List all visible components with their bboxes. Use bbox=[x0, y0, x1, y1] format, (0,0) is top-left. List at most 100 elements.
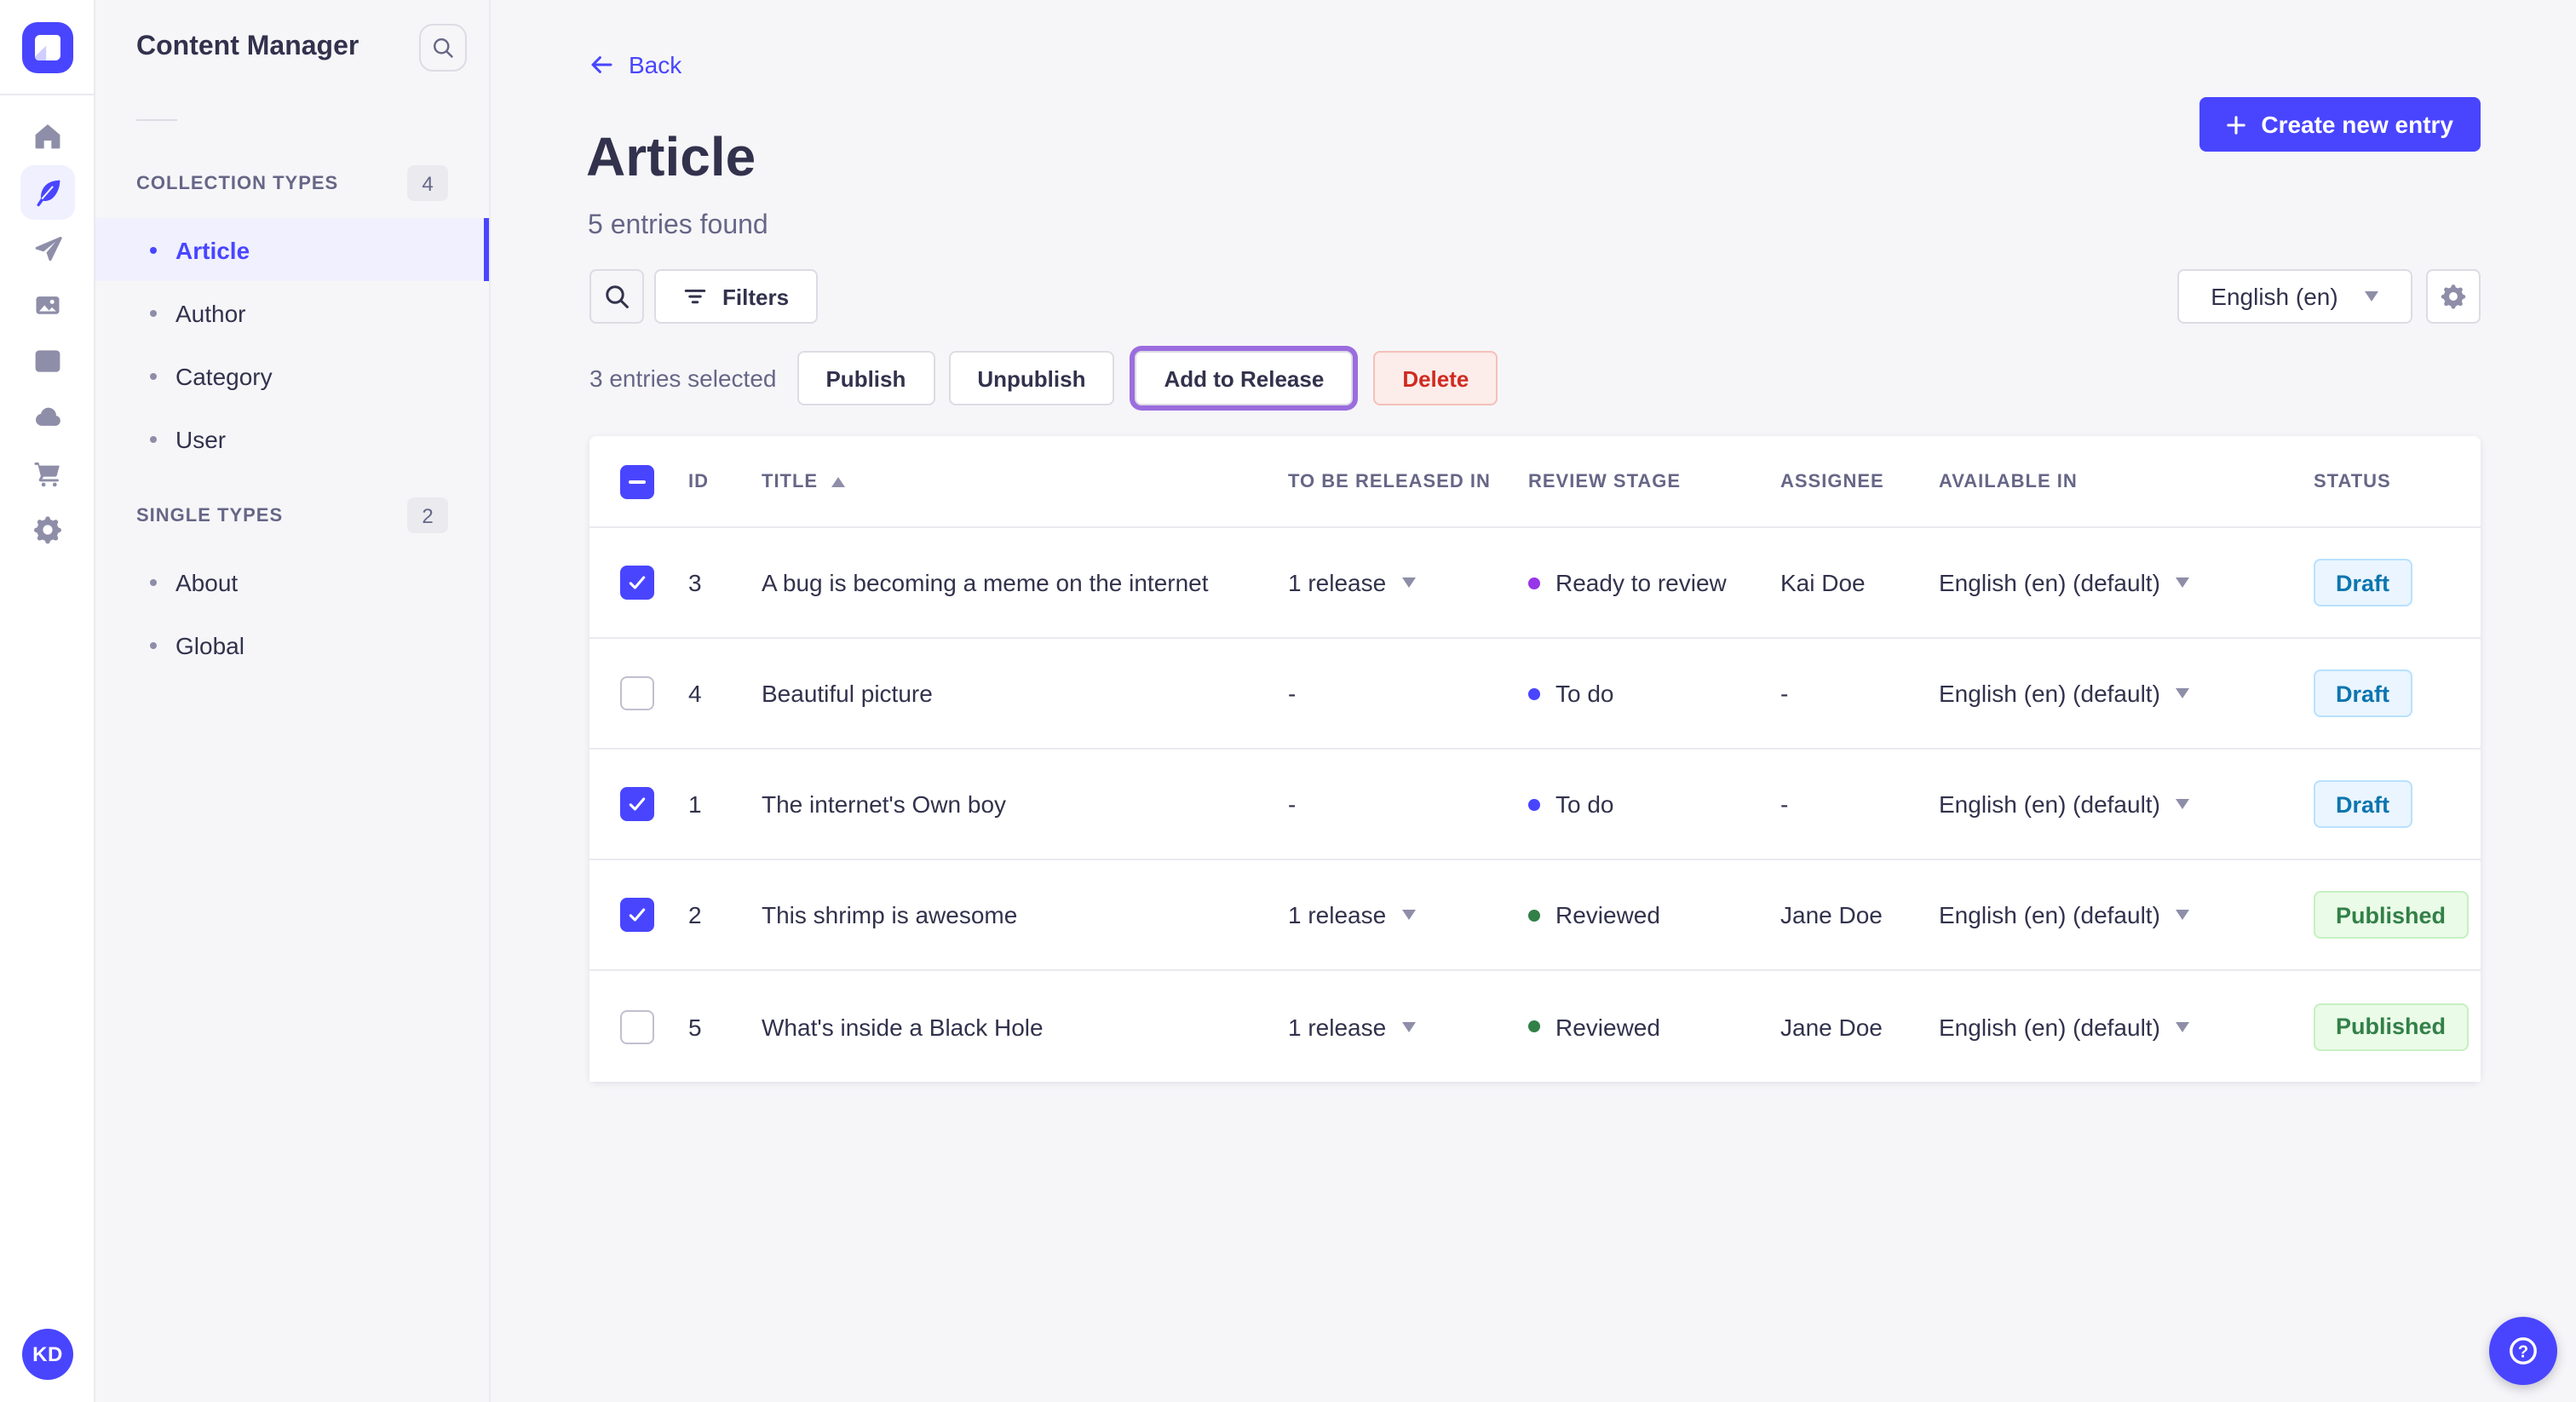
cell-review-stage: Reviewed bbox=[1528, 1013, 1780, 1040]
table-row[interactable]: 2 This shrimp is awesome 1 release Revie… bbox=[589, 860, 2481, 971]
status-badge: Draft bbox=[2314, 780, 2412, 828]
filter-icon bbox=[684, 289, 706, 304]
home-icon[interactable] bbox=[20, 109, 74, 164]
check-icon bbox=[629, 908, 646, 922]
chevron-down-icon bbox=[1401, 1021, 1416, 1031]
select-all-checkbox[interactable] bbox=[620, 464, 654, 498]
table-row[interactable]: 5 What's inside a Black Hole 1 release R… bbox=[589, 971, 2481, 1082]
help-button[interactable]: ? bbox=[2489, 1317, 2557, 1385]
collection-types-label: COLLECTION TYPES bbox=[136, 173, 339, 193]
strapi-logo[interactable] bbox=[21, 21, 72, 72]
sidebar-item-label: Global bbox=[175, 631, 244, 658]
table-row[interactable]: 3 A bug is becoming a meme on the intern… bbox=[589, 528, 2481, 639]
row-checkbox[interactable] bbox=[620, 787, 654, 821]
subnav-search-button[interactable] bbox=[419, 24, 467, 72]
sidebar-item-global[interactable]: Global bbox=[95, 613, 489, 676]
filters-button[interactable]: Filters bbox=[654, 269, 819, 324]
cell-review-stage: Ready to review bbox=[1528, 569, 1780, 596]
create-new-entry-button[interactable]: Create new entry bbox=[2199, 97, 2481, 152]
row-checkbox[interactable] bbox=[620, 1009, 654, 1043]
cell-id: 3 bbox=[688, 569, 702, 596]
cell-available-in-trigger[interactable]: English (en) (default) bbox=[1939, 569, 2314, 596]
delete-button[interactable]: Delete bbox=[1373, 351, 1498, 405]
subnav-title: Content Manager bbox=[136, 32, 359, 61]
sidebar-item-article[interactable]: Article bbox=[95, 218, 489, 281]
cell-title: The internet's Own boy bbox=[762, 790, 1007, 818]
create-new-entry-label: Create new entry bbox=[2261, 111, 2453, 138]
chevron-down-icon bbox=[2175, 1021, 2189, 1031]
locale-value: English (en) bbox=[2211, 283, 2338, 310]
cell-available-in-trigger[interactable]: English (en) (default) bbox=[1939, 680, 2314, 707]
sidebar-item-about[interactable]: About bbox=[95, 550, 489, 613]
cell-review-stage: To do bbox=[1528, 790, 1780, 818]
cell-assignee: Jane Doe bbox=[1780, 901, 1883, 928]
row-checkbox[interactable] bbox=[620, 898, 654, 932]
chevron-down-icon bbox=[2175, 688, 2189, 698]
stage-dot-icon bbox=[1528, 687, 1540, 699]
view-settings-button[interactable] bbox=[2426, 269, 2481, 324]
releases-icon[interactable] bbox=[20, 221, 74, 276]
sidebar-item-label: Author bbox=[175, 299, 246, 326]
column-header-available-in: AVAILABLE IN bbox=[1939, 471, 2078, 491]
sort-ascending-icon bbox=[831, 476, 846, 486]
strapi-logo-icon bbox=[34, 34, 60, 60]
cell-release-trigger[interactable]: 1 release bbox=[1288, 901, 1528, 928]
cell-release-trigger[interactable]: - bbox=[1288, 680, 1528, 707]
column-header-review-stage: REVIEW STAGE bbox=[1528, 471, 1682, 491]
plus-icon bbox=[2227, 115, 2246, 134]
locale-select[interactable]: English (en) bbox=[2177, 269, 2412, 324]
cell-release-trigger[interactable]: - bbox=[1288, 790, 1528, 818]
stage-dot-icon bbox=[1528, 909, 1540, 921]
subnav-header: Content Manager bbox=[95, 0, 489, 95]
back-label: Back bbox=[629, 51, 682, 78]
column-header-release: TO BE RELEASED IN bbox=[1288, 471, 1491, 491]
collection-types-list: Article Author Category User bbox=[95, 218, 489, 470]
user-avatar[interactable]: KD bbox=[22, 1329, 73, 1380]
settings-gear-icon[interactable] bbox=[20, 503, 74, 557]
media-library-icon[interactable] bbox=[20, 278, 74, 332]
publish-button[interactable]: Publish bbox=[796, 351, 935, 405]
cell-title: A bug is becoming a meme on the internet bbox=[762, 569, 1209, 596]
single-types-count-badge: 2 bbox=[407, 497, 448, 533]
chevron-down-icon bbox=[2175, 799, 2189, 809]
column-header-status: STATUS bbox=[2314, 471, 2391, 491]
stage-dot-icon bbox=[1528, 1020, 1540, 1032]
sidebar-item-category[interactable]: Category bbox=[95, 344, 489, 407]
entries-count-text: 5 entries found bbox=[588, 211, 768, 240]
cell-title: This shrimp is awesome bbox=[762, 901, 1018, 928]
sidebar-item-user[interactable]: User bbox=[95, 407, 489, 470]
cell-available-in-trigger[interactable]: English (en) (default) bbox=[1939, 901, 2314, 928]
table-row[interactable]: 1 The internet's Own boy - To do - Engli… bbox=[589, 750, 2481, 860]
unpublish-button[interactable]: Unpublish bbox=[948, 351, 1115, 405]
filters-label: Filters bbox=[722, 284, 790, 309]
row-checkbox[interactable] bbox=[620, 566, 654, 600]
cell-id: 2 bbox=[688, 901, 702, 928]
indeterminate-dash-icon bbox=[629, 480, 646, 483]
cell-available-in-trigger[interactable]: English (en) (default) bbox=[1939, 1013, 2314, 1040]
bulk-actions-bar: 3 entries selected Publish Unpublish Add… bbox=[589, 351, 1498, 405]
check-icon bbox=[629, 797, 646, 811]
deploy-cloud-icon[interactable] bbox=[20, 390, 74, 445]
add-to-release-button[interactable]: Add to Release bbox=[1135, 351, 1354, 405]
bullet-icon bbox=[150, 578, 157, 585]
table-search-button[interactable] bbox=[589, 269, 644, 324]
cell-release-trigger[interactable]: 1 release bbox=[1288, 569, 1528, 596]
column-header-title[interactable]: TITLE bbox=[762, 471, 1288, 491]
subnav-divider bbox=[136, 119, 177, 121]
collection-types-count-badge: 4 bbox=[407, 165, 448, 201]
cell-release-trigger[interactable]: 1 release bbox=[1288, 1013, 1528, 1040]
svg-text:?: ? bbox=[2518, 1342, 2528, 1361]
check-icon bbox=[629, 576, 646, 589]
search-icon bbox=[433, 37, 453, 58]
marketplace-cart-icon[interactable] bbox=[20, 446, 74, 501]
rail-icon-list bbox=[0, 109, 94, 557]
cell-available-in-trigger[interactable]: English (en) (default) bbox=[1939, 790, 2314, 818]
question-mark-icon: ? bbox=[2510, 1337, 2537, 1365]
content-manager-icon[interactable] bbox=[20, 165, 74, 220]
content-type-builder-icon[interactable] bbox=[20, 334, 74, 388]
cell-assignee: - bbox=[1780, 680, 1789, 707]
sidebar-item-author[interactable]: Author bbox=[95, 281, 489, 344]
row-checkbox[interactable] bbox=[620, 676, 654, 710]
back-link[interactable]: Back bbox=[588, 51, 681, 78]
table-row[interactable]: 4 Beautiful picture - To do - English (e… bbox=[589, 639, 2481, 750]
